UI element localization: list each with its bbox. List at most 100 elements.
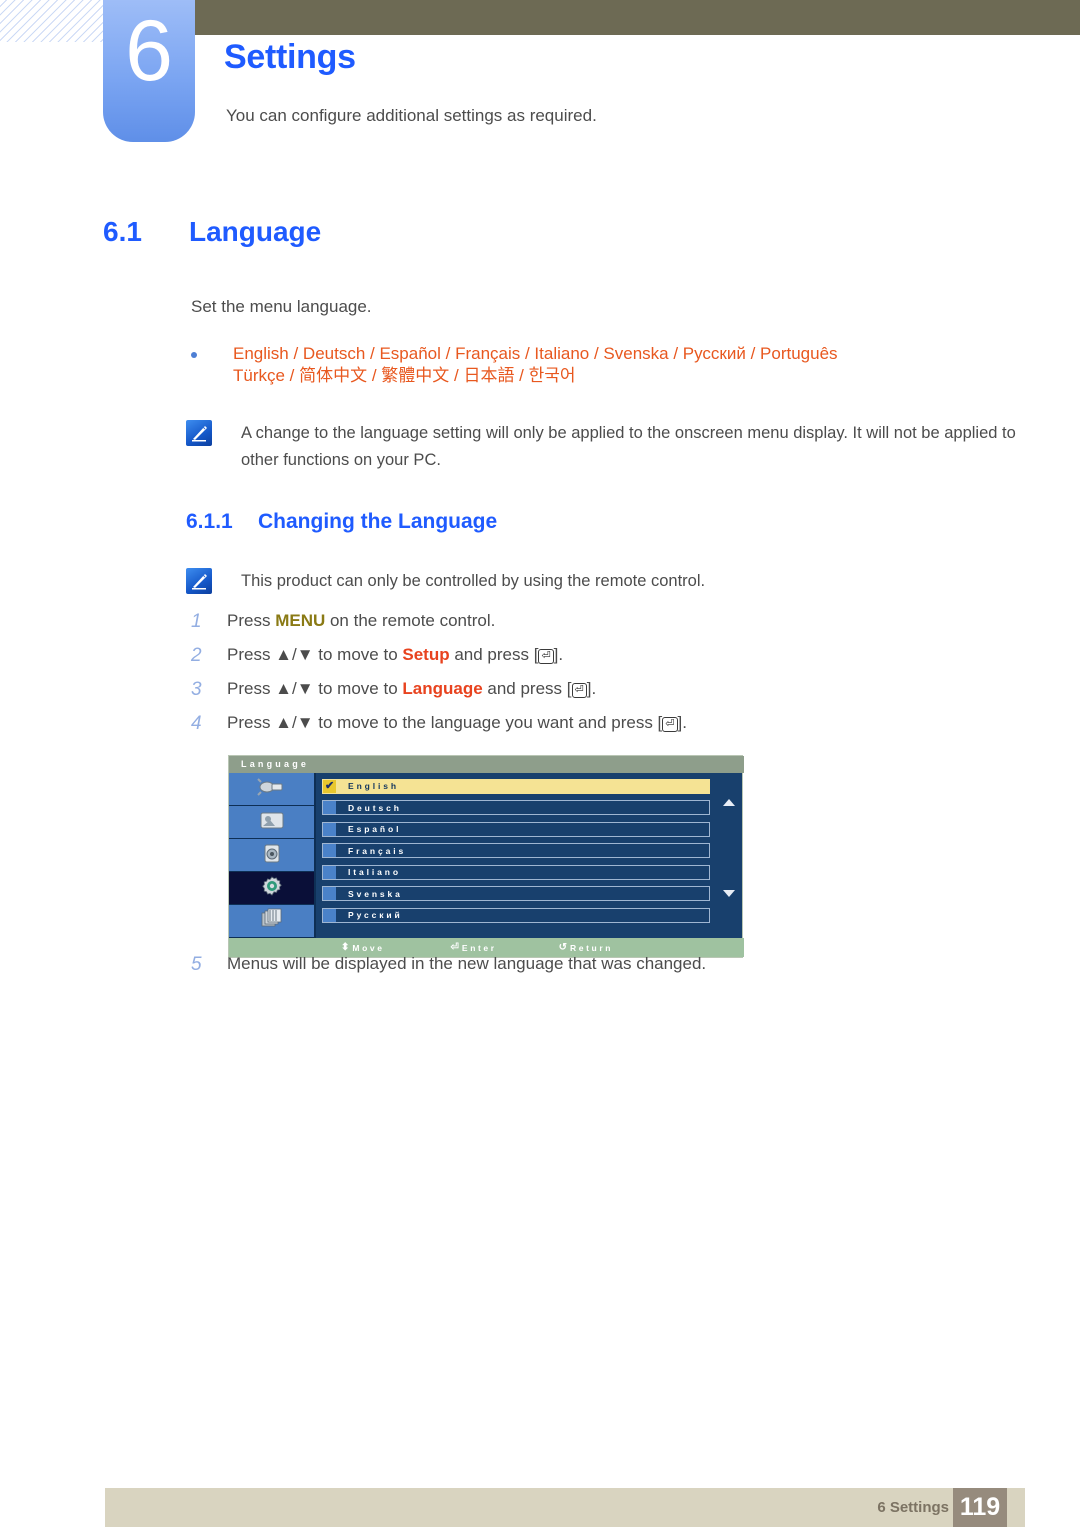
chapter-header: 6 Settings You can configure additional … [0,0,1080,150]
section-number: 6.1 [103,216,142,247]
step-text: Press ▲/▼ to move to Language and press … [227,679,951,699]
olive-header-bar [190,0,1080,35]
subsection-number: 6.1.1 [186,510,233,533]
step-text: Press ▲/▼ to move to Setup and press [⏎]… [227,645,951,665]
subsection-title: Changing the Language [258,510,498,533]
enter-key-icon: ⏎ [662,717,678,732]
step-number: 4 [191,713,202,734]
step-text: Menus will be displayed in the new langu… [227,954,707,973]
move-updown-icon: ⬍ [341,942,350,953]
section-intro-text: Set the menu language. [191,297,372,316]
osd-sidebar-item-setup[interactable] [229,872,314,905]
step-number: 2 [191,645,202,666]
instruction-step-5: 5 Menus will be displayed in the new lan… [191,954,951,988]
language-bullet-list: English / Deutsch / Español / Français /… [191,343,1021,388]
step-pre: Press ▲/▼ to move to the language you wa… [227,713,663,732]
osd-sidebar-item-picture[interactable] [229,806,314,839]
step-keyword: Language [402,679,483,698]
step-tail: ]. [677,713,687,732]
step-item: 1 Press MENU on the remote control. [191,611,951,645]
osd-option-row[interactable]: Italiano [322,863,736,881]
osd-option-list: ✔ English Deutsch Español Français Itali… [318,773,742,938]
osd-option-row[interactable]: Español [322,820,736,838]
language-list-line-2: Türkçe / 简体中文 / 繁體中文 / 日本語 / 한국어 [233,366,576,386]
instruction-steps: 1 Press MENU on the remote control. 2 Pr… [191,611,951,747]
osd-checkbox-icon [323,887,336,900]
osd-checkbox-icon [323,908,336,922]
osd-option-row[interactable]: Svenska [322,885,736,903]
footer-chapter-label: 6 Settings [877,1499,949,1516]
step-tail: ]. [553,645,564,664]
osd-option-label: Español [348,824,402,834]
multi-control-icon [260,908,284,935]
osd-option-label: Italiano [348,867,401,877]
return-arrow-icon: ↺ [558,942,568,953]
osd-hint-move: ⬍ Move [341,942,385,953]
section-heading: 6.1 Language [103,216,321,248]
osd-option-label: Svenska [348,888,403,899]
step-pre: Press ▲/▼ to move to [227,645,403,664]
language-list-line-1: English / Deutsch / Español / Français /… [233,344,838,363]
osd-option-label: English [348,781,399,791]
step-number: 3 [191,679,202,700]
step-text: Press MENU on the remote control. [227,611,951,631]
sound-speaker-icon [261,842,283,869]
osd-hint-return-label: Return [570,942,614,953]
osd-sidebar [229,773,316,938]
osd-checkbox-icon [323,801,336,814]
step-pre: Press [227,611,276,630]
step-post: and press [ [449,645,539,664]
osd-hint-return: ↺ Return [559,942,613,953]
note-pen-icon [186,420,212,446]
osd-option-label: Français [348,845,407,856]
subsection-heading: 6.1.1 Changing the Language [186,510,497,534]
osd-sidebar-item-input[interactable] [229,773,314,806]
section-title: Language [189,216,322,247]
osd-option-row[interactable]: Deutsch [322,799,736,817]
language-bullet-text: English / Deutsch / Español / Français /… [233,343,1021,388]
note-language-text: A change to the language setting will on… [241,424,1016,470]
osd-sidebar-item-sound[interactable] [229,839,314,872]
osd-hint-enter: ⏎ Enter [451,942,497,953]
step-item: 5 Menus will be displayed in the new lan… [191,954,951,988]
step-pre: Press ▲/▼ to move to [227,679,403,698]
input-connector-icon [256,777,287,802]
osd-sidebar-item-multicontrol[interactable] [229,905,314,938]
step-post: on the remote control. [325,611,496,630]
chapter-number: 6 [125,3,173,99]
enter-key-icon: ⏎ [571,683,587,698]
chapter-number-tab: 6 [103,0,195,142]
step-tail: ]. [586,679,597,698]
step-number: 5 [191,954,202,975]
page-number: 119 [953,1488,1007,1527]
page-footer: 6 Settings 119 [105,1488,1025,1527]
osd-scroll-down-icon[interactable] [723,890,735,897]
osd-hint-move-label: Move [352,942,385,953]
osd-title: Language [229,756,744,773]
bullet-dot-icon [191,352,197,358]
osd-option-row[interactable]: ✔ English [322,777,736,795]
step-post: and press [ [482,679,572,698]
osd-option-row[interactable]: Русский [322,906,736,924]
enter-key-icon: ⏎ [538,649,554,664]
step-item: 2 Press ▲/▼ to move to Setup and press [… [191,645,951,679]
osd-checkbox-icon [323,844,336,857]
step-text: Press ▲/▼ to move to the language you wa… [227,713,951,733]
enter-key-icon: ⏎ [450,942,459,953]
osd-option-label: Русский [348,910,403,920]
osd-checkbox-icon [323,865,336,879]
osd-scroll-up-icon[interactable] [723,799,735,806]
step-number: 1 [191,611,202,632]
osd-checkbox-icon: ✔ [323,779,336,793]
picture-icon [259,810,285,835]
note-remote-text: This product can only be controlled by u… [241,572,706,590]
step-keyword: MENU [275,611,326,630]
osd-option-row[interactable]: Français [322,842,736,860]
osd-option-label: Deutsch [348,802,402,813]
note-remote-control: This product can only be controlled by u… [186,568,886,595]
step-item: 3 Press ▲/▼ to move to Language and pres… [191,679,951,713]
osd-language-menu: Language ✔ English Deutsch Español Franç… [228,755,744,958]
note-pen-icon [186,568,212,594]
setup-gear-icon [261,875,283,902]
osd-checkbox-icon [323,822,336,836]
